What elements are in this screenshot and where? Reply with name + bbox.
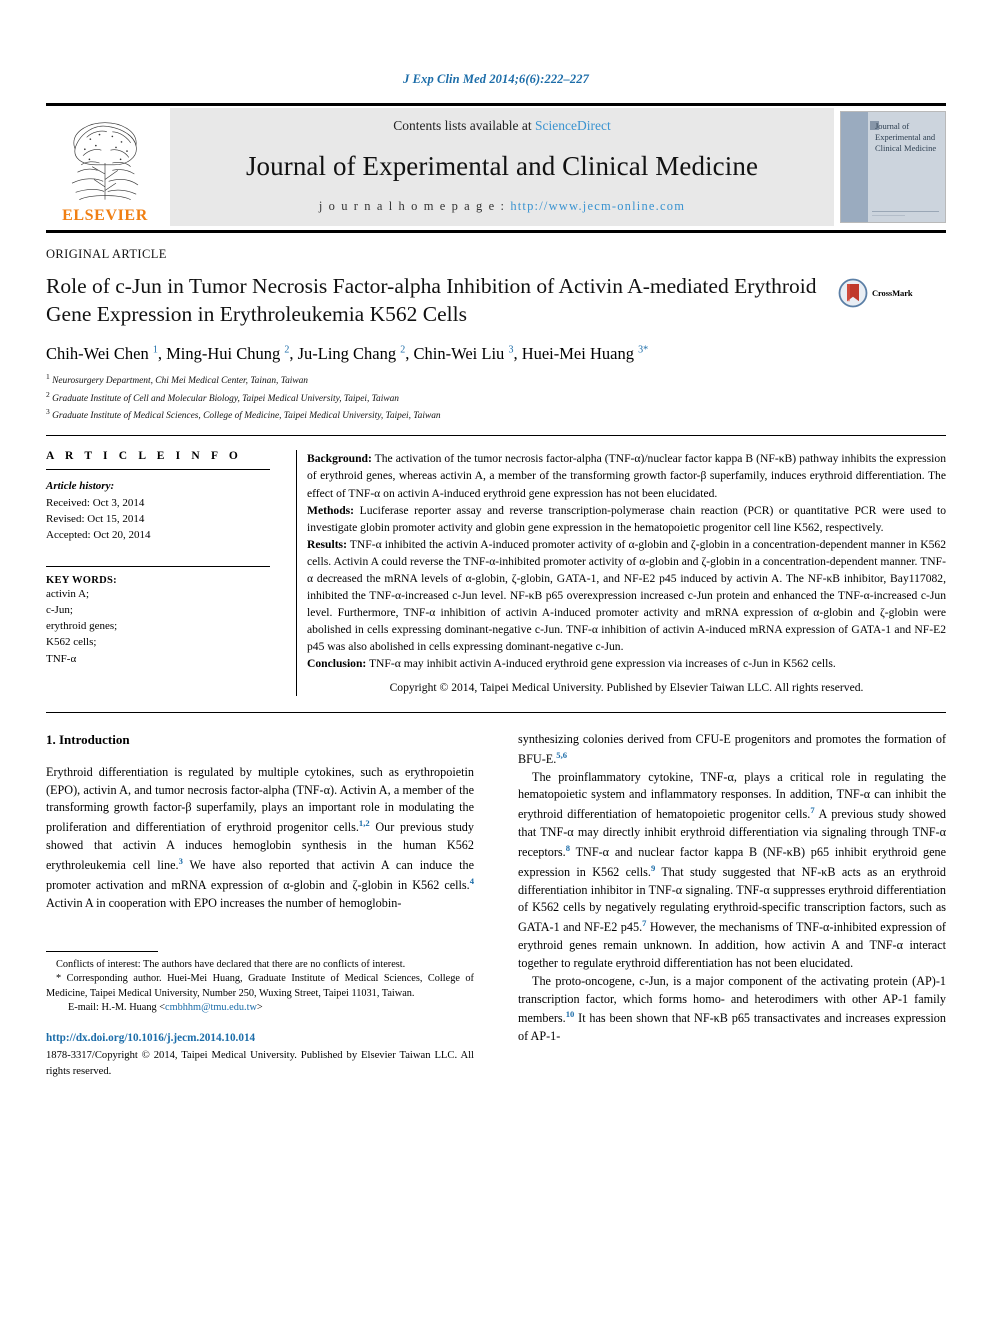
contents-available-line: Contents lists available at ScienceDirec… (393, 118, 610, 134)
keyword-item: K562 cells; (46, 636, 97, 649)
keywords-heading: KEY WORDS: (46, 574, 117, 586)
footnote-corresponding-author: * Corresponding author. Huei-Mei Huang, … (46, 973, 474, 999)
abstract-background-label: Background: (307, 452, 372, 466)
footnote-conflicts: Conflicts of interest: The authors have … (56, 958, 406, 970)
article-info-column: A R T I C L E I N F O Article history: R… (46, 450, 296, 695)
received-date: Received: Oct 3, 2014 (46, 496, 145, 509)
intro-paragraph-right-3: The proto-oncogene, c-Jun, is a major co… (518, 973, 946, 1044)
keyword-item: TNF-α (46, 652, 77, 665)
abstract-results: Results: TNF-α inhibited the activin A-i… (307, 536, 946, 655)
body-columns: 1. Introduction Erythroid differentiatio… (46, 731, 946, 1079)
article-info-rule-2 (46, 565, 270, 567)
revised-date: Revised: Oct 15, 2014 (46, 512, 145, 525)
body-top-rule (46, 711, 946, 713)
article-type-kicker: ORIGINAL ARTICLE (46, 247, 167, 261)
keyword-item: erythroid genes; (46, 620, 118, 633)
affiliation-item: 1 Neurosurgery Department, Chi Mei Medic… (46, 372, 308, 387)
body-column-left: 1. Introduction Erythroid differentiatio… (46, 731, 496, 1079)
journal-title: Journal of Experimental and Clinical Med… (245, 151, 759, 181)
affiliation-text: Graduate Institute of Medical Sciences, … (52, 411, 441, 422)
keywords-list: activin A; c-Jun; erythroid genes; K562 … (46, 586, 270, 667)
info-abstract-block: A R T I C L E I N F O Article history: R… (46, 450, 946, 696)
title-row: Role of c-Jun in Tumor Necrosis Factor-a… (46, 272, 946, 329)
footer-block: http://dx.doi.org/10.1016/j.jecm.2014.10… (46, 1030, 474, 1079)
abstract-methods-text: Luciferase reporter assay and reverse tr… (307, 503, 946, 534)
footnote-rule (46, 950, 158, 952)
doi-link[interactable]: http://dx.doi.org/10.1016/j.jecm.2014.10… (46, 1030, 474, 1046)
affiliation-list: 1 Neurosurgery Department, Chi Mei Medic… (46, 371, 946, 423)
abstract-methods: Methods: Luciferase reporter assay and r… (307, 502, 946, 536)
abstract-column: Background: The activation of the tumor … (297, 450, 946, 695)
affiliation-text: Graduate Institute of Cell and Molecular… (52, 393, 399, 404)
cover-left-band (841, 112, 868, 222)
masthead-center-panel: Contents lists available at ScienceDirec… (170, 108, 834, 226)
elsevier-logo: ELSEVIER (46, 108, 164, 226)
email-link[interactable]: cmbhhm@tmu.edu.tw (165, 1002, 257, 1013)
crossmark-label: CrossMark (872, 288, 913, 298)
intro-paragraph-right-2: The proinflammatory cytokine, TNF-α, pla… (518, 769, 947, 970)
issn-copyright-line: 1878-3317/Copyright © 2014, Taipei Medic… (46, 1050, 474, 1077)
article-history: Article history: Received: Oct 3, 2014 R… (46, 478, 270, 543)
footnote-email: E-mail: H.-M. Huang <cmbhhm@tmu.edu.tw> (46, 1001, 474, 1016)
contents-prefix: Contents lists available at (393, 118, 535, 133)
abstract-results-label: Results: (307, 537, 347, 551)
accepted-date: Accepted: Oct 20, 2014 (46, 529, 151, 542)
article-info-rule-1 (46, 469, 270, 471)
keyword-item: c-Jun; (46, 603, 73, 616)
affiliation-item: 2 Graduate Institute of Cell and Molecul… (46, 389, 399, 404)
abstract-copyright: Copyright © 2014, Taipei Medical Univers… (389, 680, 864, 694)
sciencedirect-link[interactable]: ScienceDirect (535, 118, 611, 133)
journal-homepage-line: j o u r n a l h o m e p a g e : http://w… (319, 199, 685, 214)
intro-paragraph-left-1: Erythroid differentiation is regulated b… (46, 764, 474, 910)
masthead-bottom-rule (46, 230, 946, 233)
journal-cover-thumbnail: Journal of Experimental and Clinical Med… (840, 111, 946, 223)
abstract-conclusion: Conclusion: TNF-α may inhibit activin A-… (307, 655, 946, 672)
elsevier-wordmark: ELSEVIER (62, 207, 148, 224)
author-list: Chih-Wei Chen 1, Ming-Hui Chung 2, Ju-Li… (46, 343, 649, 363)
cover-divider-2 (872, 215, 905, 216)
info-top-rule (46, 435, 946, 437)
homepage-prefix: j o u r n a l h o m e p a g e : (318, 199, 511, 213)
body-column-right: synthesizing colonies derived from CFU-E… (496, 731, 946, 1079)
abstract-results-text: TNF-α inhibited the activin A-induced pr… (307, 537, 946, 653)
abstract-background: Background: The activation of the tumor … (307, 450, 946, 501)
running-head: J Exp Clin Med 2014;6(6):222–227 (403, 72, 589, 86)
keyword-item: activin A; (46, 587, 90, 600)
elsevier-tree-icon (71, 122, 139, 200)
abstract-methods-label: Methods: (307, 503, 355, 517)
cover-title-text: Journal of Experimental and Clinical Med… (875, 121, 937, 153)
abstract-background-text: The activation of the tumor necrosis fac… (307, 452, 946, 500)
article-info-heading: A R T I C L E I N F O (46, 450, 242, 463)
masthead-top-rule (46, 103, 946, 106)
article-history-label: Article history: (46, 480, 115, 493)
abstract-conclusion-label: Conclusion: (307, 656, 367, 670)
crossmark-badge[interactable]: CrossMark (838, 272, 946, 308)
journal-homepage-link[interactable]: http://www.jecm-online.com (510, 199, 685, 213)
abstract-conclusion-text: TNF-α may inhibit activin A-induced eryt… (366, 656, 836, 670)
page-title: Role of c-Jun in Tumor Necrosis Factor-a… (46, 274, 817, 327)
journal-masthead: ELSEVIER Contents lists available at Sci… (46, 103, 946, 233)
section-heading-introduction: 1. Introduction (46, 731, 130, 747)
cover-divider-1 (872, 211, 939, 212)
affiliation-text: Neurosurgery Department, Chi Mei Medical… (52, 376, 308, 387)
email-prefix: E-mail: H.-M. Huang < (68, 1002, 166, 1014)
crossmark-icon (838, 278, 868, 308)
intro-paragraph-right-1: synthesizing colonies derived from CFU-E… (518, 731, 946, 766)
email-suffix: > (256, 1002, 263, 1014)
affiliation-item: 3 Graduate Institute of Medical Sciences… (46, 407, 441, 422)
footnotes-block: Conflicts of interest: The authors have … (46, 958, 474, 1016)
paper-page: J Exp Clin Med 2014;6(6):222–227 ELSEVIE… (0, 0, 992, 1323)
